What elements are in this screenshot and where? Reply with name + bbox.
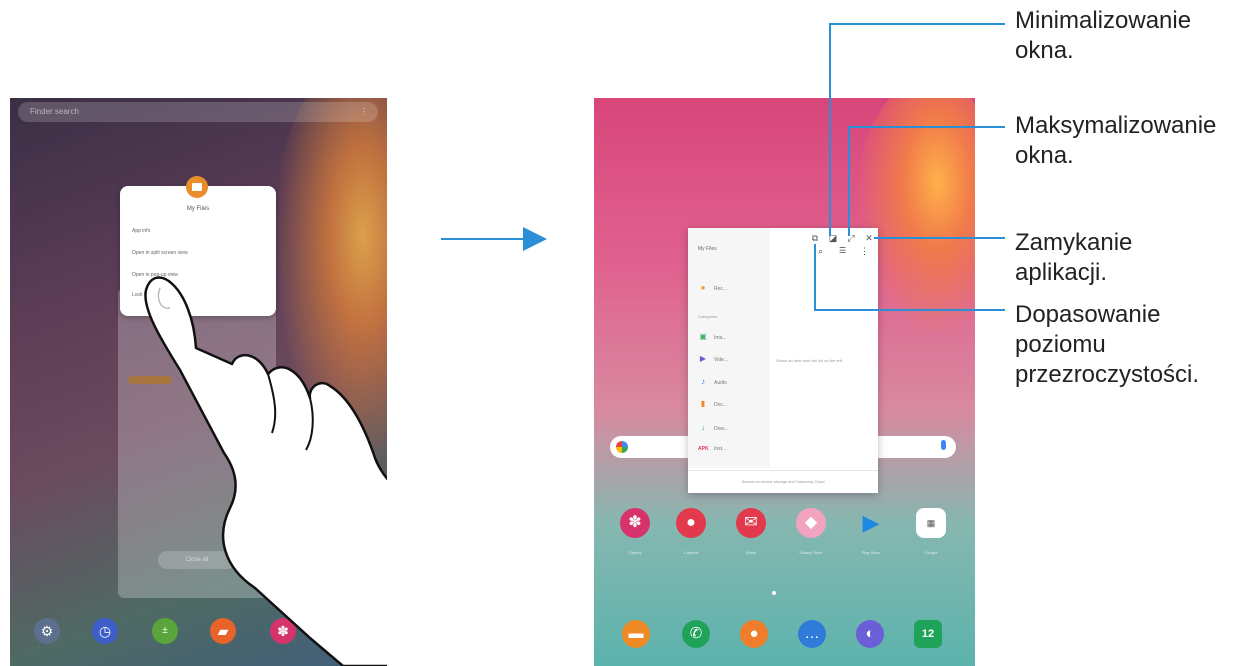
app-label-play-store: Play Store	[861, 550, 881, 555]
maximize-callout-label: Maksymalizowanie okna.	[1015, 112, 1217, 169]
empty-state-message: Select an item from the list on the left…	[776, 358, 843, 363]
my-files-popup-window[interactable]: My Files ⌕ ☰ ⋮ ● Rec... Categories ▣ Ima..…	[688, 228, 878, 493]
transparency-icon[interactable]: ⧉	[810, 233, 820, 243]
categories-header: Categories	[698, 314, 718, 319]
download-icon: ↓	[701, 423, 705, 432]
app-label-google: Google	[924, 550, 938, 555]
document-icon: ▮	[700, 399, 706, 408]
popup-window-title: My Files	[698, 246, 717, 252]
search-icon[interactable]: ⌕	[818, 246, 823, 257]
transparency-callout-vertical	[814, 244, 816, 310]
app-label-camera: Camera	[683, 550, 699, 555]
my-files-icon[interactable]: ▬	[622, 620, 650, 648]
page-indicator	[772, 591, 776, 595]
galaxy-store-icon[interactable]: ◆	[796, 508, 826, 538]
finger-gesture-illustration	[144, 276, 387, 666]
messages-icon[interactable]: …	[798, 620, 826, 648]
audio-icon: ♪	[701, 377, 705, 386]
left-tablet-screen: Finder search ⋮ My Files App info Open i…	[10, 98, 387, 666]
list-item-recent[interactable]: ● Rec...	[698, 283, 768, 293]
more-options-icon[interactable]: ⋮	[860, 246, 869, 257]
popup-footer: Search on-device storage and Samsung Clo…	[688, 470, 878, 493]
app-label-email: Email	[745, 550, 756, 555]
list-item-audio[interactable]: ♪ Audio	[698, 377, 768, 387]
list-item-installation-files[interactable]: APK Inst...	[698, 446, 768, 456]
list-item-images[interactable]: ▣ Ima...	[698, 332, 768, 342]
minimize-callout-label: Minimalizowanie okna.	[1015, 7, 1192, 64]
list-view-icon[interactable]: ☰	[839, 246, 846, 255]
list-item-videos[interactable]: ▶ Vide...	[698, 354, 768, 364]
close-callout-line	[874, 237, 1005, 239]
internet-icon[interactable]: ◐	[856, 620, 884, 648]
transition-arrow-shaft	[441, 238, 529, 240]
phone-icon[interactable]: ✆	[682, 620, 710, 648]
play-store-icon[interactable]: ▶	[856, 508, 886, 538]
video-icon: ▶	[699, 354, 707, 363]
apk-icon: APK	[698, 446, 709, 452]
google-folder-icon[interactable]: ▦	[916, 508, 946, 538]
close-callout-label: Zamykanie aplikacji.	[1015, 229, 1133, 286]
camera-icon[interactable]: ●	[676, 508, 706, 538]
minimize-callout-horizontal	[829, 23, 1005, 25]
minimize-callout-vertical	[829, 23, 831, 236]
contacts-icon[interactable]: ●	[740, 620, 768, 648]
google-logo-icon	[616, 441, 628, 453]
transparency-callout-label: Dopasowanie poziomu przezroczystości.	[1015, 301, 1200, 388]
list-item-documents[interactable]: ▮ Doc...	[698, 399, 768, 409]
transition-arrow-head	[523, 227, 547, 251]
recent-icon: ●	[700, 283, 706, 292]
mic-icon[interactable]	[941, 440, 946, 450]
app-label-galaxy-store: Galaxy Store	[799, 550, 823, 555]
gallery-icon[interactable]: ✽	[620, 508, 650, 538]
image-icon: ▣	[699, 332, 707, 341]
close-icon[interactable]: ✕	[864, 233, 874, 243]
right-tablet-screen: ✽ Gallery ● Camera ✉ Email ◆ Galaxy Stor…	[594, 98, 975, 666]
transparency-callout-horizontal	[814, 309, 1005, 311]
maximize-callout-vertical	[848, 126, 850, 236]
maximize-callout-horizontal	[848, 126, 1005, 128]
list-item-downloads[interactable]: ↓ Dow...	[698, 423, 768, 433]
email-icon[interactable]: ✉	[736, 508, 766, 538]
app-label-gallery: Gallery	[628, 550, 642, 555]
calendar-icon[interactable]: 12	[914, 620, 942, 648]
